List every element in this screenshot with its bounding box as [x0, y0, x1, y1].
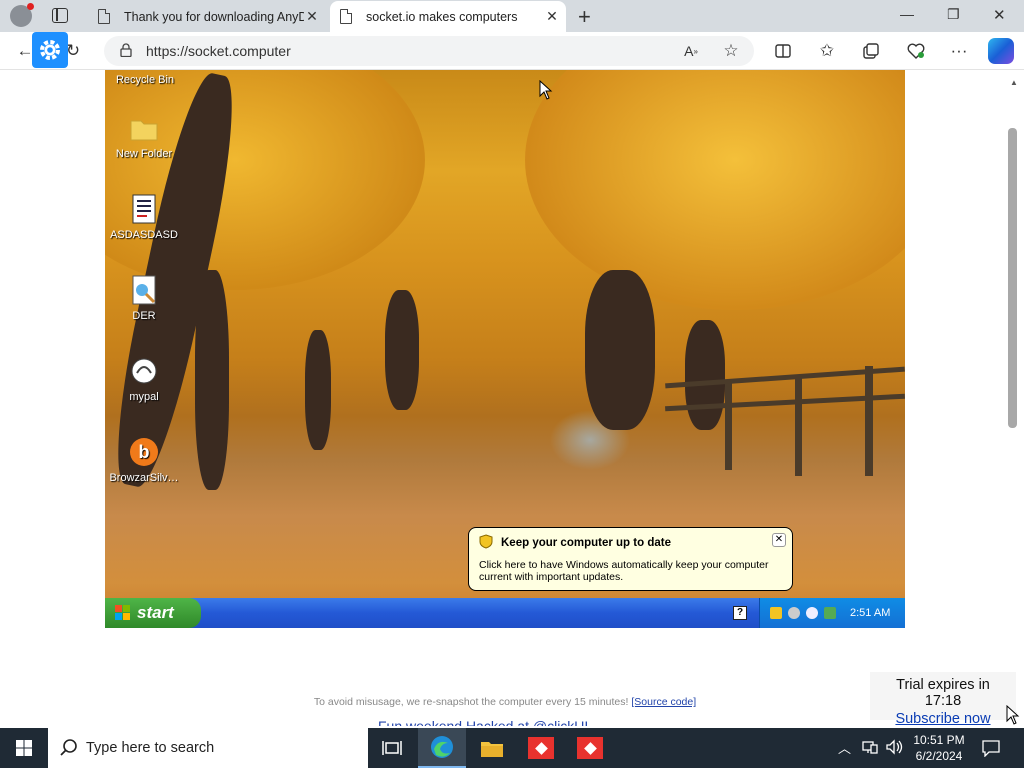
- windows-flag-icon: [115, 605, 131, 626]
- close-window-button[interactable]: ✕: [993, 6, 1006, 24]
- chevron-up-icon[interactable]: ︿: [838, 738, 851, 757]
- gear-icon[interactable]: [32, 32, 68, 68]
- tab-actions-icon[interactable]: [52, 8, 68, 23]
- xp-system-tray: 2:51 AM: [759, 598, 905, 628]
- trial-banner: Trial expires in 17:18 Subscribe now: [870, 672, 1016, 727]
- url-text: https://socket.computer: [146, 43, 291, 59]
- desktop-icon-new-folder[interactable]: New Folder: [105, 112, 184, 160]
- start-button[interactable]: start: [105, 598, 201, 628]
- update-shield-icon[interactable]: [770, 607, 782, 619]
- windows-taskbar: Type here to search ︿ 10:51 PM 6/2/2024: [0, 728, 1024, 768]
- subscribe-link[interactable]: Subscribe now: [876, 711, 1010, 727]
- action-center-icon[interactable]: [982, 739, 1000, 762]
- help-icon[interactable]: ?: [733, 606, 747, 620]
- collections-icon[interactable]: [858, 38, 884, 64]
- tab-title: socket.io makes computers: [366, 9, 518, 24]
- footer-note: To avoid misusage, we re-snapshot the co…: [0, 696, 1010, 708]
- edge-icon[interactable]: [418, 728, 466, 768]
- mypal-icon: [128, 355, 160, 387]
- cursor-icon: [539, 79, 553, 105]
- update-balloon[interactable]: Keep your computer up to date Click here…: [468, 527, 793, 591]
- desktop-icon-recycle-bin[interactable]: Recycle Bin: [105, 70, 185, 86]
- volume-icon[interactable]: [885, 739, 903, 760]
- desktop-icon-label: New Folder: [115, 148, 173, 160]
- favorite-star-icon[interactable]: ☆: [718, 38, 744, 64]
- browser-essentials-icon[interactable]: [903, 38, 929, 64]
- url-field[interactable]: https://socket.computer: [104, 36, 754, 66]
- balloon-title: Keep your computer up to date: [501, 537, 671, 549]
- desktop-icon-label: BrowzarSilv…: [109, 472, 179, 484]
- split-screen-icon[interactable]: [770, 38, 796, 64]
- windows-logo-icon: [16, 740, 32, 756]
- footer-text: To avoid misusage, we re-snapshot the co…: [313, 696, 629, 708]
- read-aloud-icon[interactable]: A»: [678, 38, 704, 64]
- balloon-close-icon[interactable]: ✕: [772, 533, 786, 547]
- desktop-icon-asdasdasd[interactable]: ASDASDASD: [105, 193, 184, 241]
- info-icon[interactable]: [806, 607, 818, 619]
- desktop-icon-label: ASDASDASD: [110, 229, 178, 241]
- tab-socket-computer[interactable]: socket.io makes computers ✕: [330, 1, 566, 32]
- start-label: start: [137, 603, 174, 622]
- restore-button[interactable]: ❐: [947, 6, 960, 23]
- hackathon-link[interactable]: Fun weekend Hacked at @clickUI: [378, 718, 588, 726]
- browzar-icon: b: [128, 436, 160, 468]
- more-icon[interactable]: ···: [946, 38, 972, 64]
- page-icon: [98, 9, 110, 24]
- lock-icon[interactable]: [120, 42, 132, 60]
- tab-title: Thank you for downloading AnyDesk: [124, 9, 304, 24]
- desktop-icon-der[interactable]: DER: [105, 274, 184, 322]
- network-icon[interactable]: [824, 607, 836, 619]
- anydesk-icon[interactable]: [517, 728, 565, 768]
- trial-countdown: Trial expires in 17:18: [896, 677, 990, 709]
- minimize-button[interactable]: —: [900, 6, 914, 22]
- desktop-icon-label: DER: [132, 310, 156, 322]
- svg-text:b: b: [139, 442, 150, 462]
- desktop-icon-label: mypal: [129, 391, 159, 403]
- tray-app-icon[interactable]: [788, 607, 800, 619]
- tab-close-icon[interactable]: ✕: [544, 8, 560, 25]
- tab-close-icon[interactable]: ✕: [304, 8, 320, 25]
- paint-file-icon: [128, 274, 160, 306]
- shield-icon: [479, 534, 493, 552]
- document-icon: [128, 193, 160, 225]
- desktop-icon-label: Recycle Bin: [115, 74, 175, 86]
- desktop-icon-mypal[interactable]: mypal: [105, 355, 184, 403]
- tab-anydesk-download[interactable]: Thank you for downloading AnyDesk ✕: [88, 1, 326, 32]
- source-code-link[interactable]: [Source code]: [631, 696, 696, 708]
- browser-tab-bar: Thank you for downloading AnyDesk ✕ sock…: [0, 0, 1024, 32]
- task-view-icon[interactable]: [368, 728, 416, 768]
- copilot-icon[interactable]: [988, 38, 1014, 64]
- balloon-body: Click here to have Windows automatically…: [479, 559, 769, 583]
- taskbar-search-box[interactable]: Type here to search: [48, 728, 368, 768]
- file-explorer-icon[interactable]: [468, 728, 516, 768]
- remote-desktop-screen[interactable]: Recycle Bin New Folder ASDASDASD DER myp…: [105, 70, 905, 628]
- page-icon: [340, 9, 352, 24]
- xp-clock: 2:51 AM: [850, 607, 891, 619]
- windows-start-button[interactable]: [0, 728, 48, 768]
- search-icon: [60, 739, 78, 761]
- desktop-icon-browzar[interactable]: b BrowzarSilv…: [105, 436, 184, 484]
- anydesk-icon[interactable]: [566, 728, 614, 768]
- new-tab-button[interactable]: +: [578, 4, 591, 30]
- profile-avatar-icon[interactable]: [10, 3, 34, 27]
- clock-date: 6/2/2024: [915, 749, 963, 763]
- mouse-cursor-icon: [1006, 704, 1020, 730]
- scrollbar-thumb[interactable]: [1008, 128, 1017, 428]
- folder-icon: [128, 112, 160, 144]
- network-icon[interactable]: [862, 740, 878, 759]
- clock-time: 10:51 PM: [913, 733, 965, 747]
- xp-taskbar: start ? 2:51 AM: [105, 598, 905, 628]
- taskbar-clock[interactable]: 10:51 PM 6/2/2024: [906, 732, 972, 764]
- favorites-icon[interactable]: ✩: [814, 38, 840, 64]
- search-placeholder: Type here to search: [86, 740, 215, 756]
